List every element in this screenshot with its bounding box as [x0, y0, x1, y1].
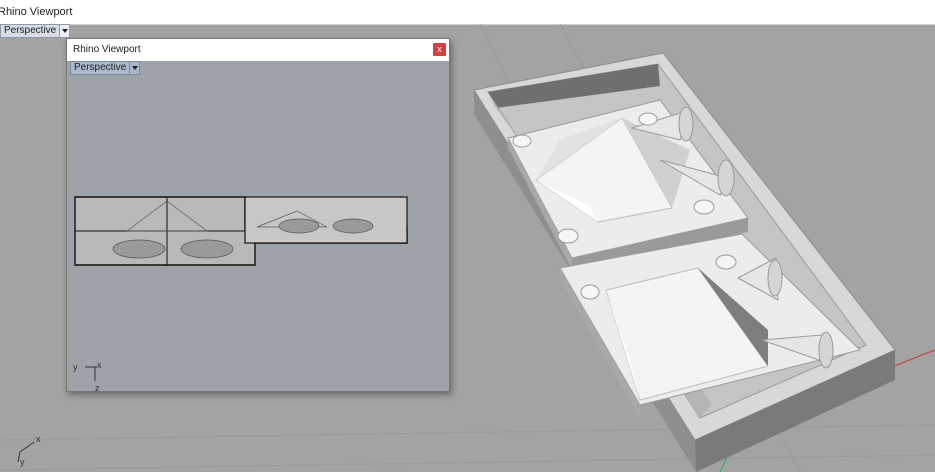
- floating-viewport-window[interactable]: Rhino Viewport x y x z Perspective: [66, 38, 450, 392]
- chevron-down-icon[interactable]: [60, 24, 71, 38]
- close-button[interactable]: x: [433, 43, 446, 56]
- main-view-tab[interactable]: Perspective: [0, 24, 71, 38]
- floating-axis-gizmo: [85, 366, 97, 381]
- floating-axis-y-label: y: [73, 362, 78, 372]
- main-view-label[interactable]: Perspective: [0, 24, 61, 38]
- main-axis-x-label: x: [36, 434, 41, 444]
- mold-model: [473, 52, 896, 472]
- floating-axis-z-label: z: [95, 383, 100, 391]
- window-title: Rhino Viewport: [0, 6, 73, 18]
- main-axis-y-label: y: [20, 457, 25, 467]
- floating-viewport-canvas[interactable]: y x z: [67, 61, 449, 391]
- floating-view-label[interactable]: Perspective: [70, 61, 131, 75]
- chevron-down-icon[interactable]: [130, 61, 141, 75]
- floating-axis-x-label: x: [97, 360, 102, 370]
- floating-titlebar[interactable]: Rhino Viewport x: [67, 39, 449, 61]
- floating-title: Rhino Viewport: [73, 44, 141, 55]
- floating-view-tab[interactable]: Perspective: [70, 61, 141, 75]
- main-titlebar: Rhino Viewport: [0, 0, 935, 25]
